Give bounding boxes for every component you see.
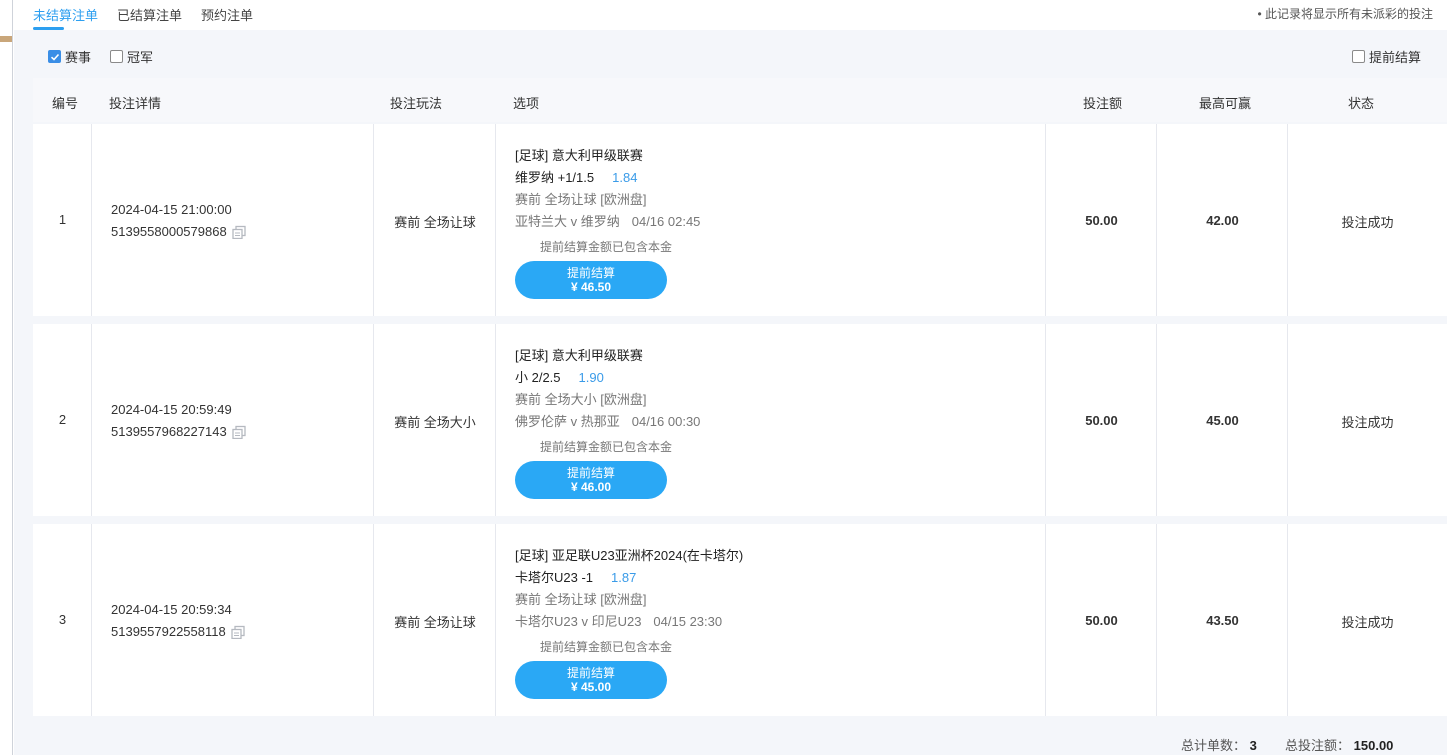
odds: 1.87 <box>611 570 637 585</box>
pick: 小 2/2.5 <box>515 370 561 385</box>
row-number: 3 <box>58 612 67 627</box>
filter-event[interactable]: 赛事 <box>48 47 91 66</box>
bet-records-panel: 未结算注单 已结算注单 预约注单 • 此记录将显示所有未派彩的投注 赛事 冠军 … <box>14 0 1447 755</box>
table-footer: 总计单数： 3 总投注额： 150.00 <box>33 724 1447 755</box>
odds: 1.90 <box>578 370 604 385</box>
cashout-label: 提前结算 <box>566 466 615 480</box>
table-header: 编号 投注详情 投注玩法 选项 投注额 最高可赢 状态 <box>33 78 1447 122</box>
order-id: 5139558000579868 <box>111 224 227 239</box>
bet-play: 赛前 全场让球 <box>394 615 476 630</box>
odds: 1.84 <box>612 170 638 185</box>
filter-bar: 赛事 冠军 提前结算 <box>33 30 1447 78</box>
filter-champion[interactable]: 冠军 <box>110 47 153 66</box>
col-detail: 投注详情 <box>109 96 162 111</box>
order-id: 5139557922558118 <box>111 624 226 639</box>
checkbox-checked-icon[interactable] <box>48 50 61 63</box>
bet-status: 投注成功 <box>1341 215 1394 230</box>
col-no: 编号 <box>52 96 79 111</box>
bet-amount: 50.00 <box>1085 413 1118 428</box>
pick: 卡塔尔U23 -1 <box>515 570 594 585</box>
max-win: 45.00 <box>1206 413 1239 428</box>
row-number: 2 <box>58 412 67 427</box>
bet-status: 投注成功 <box>1341 615 1394 630</box>
bet-play: 赛前 全场让球 <box>394 215 476 230</box>
col-amount: 投注额 <box>1083 96 1123 111</box>
order-id: 5139557968227143 <box>111 424 227 439</box>
total-count-value: 3 <box>1249 738 1257 753</box>
table-row: 2 2024-04-15 20:59:49 5139557968227143 赛… <box>33 324 1447 516</box>
market-type: 赛前 全场让球 [欧洲盘] <box>515 592 647 607</box>
league: [足球] 意大利甲级联赛 <box>515 348 643 363</box>
market-type: 赛前 全场大小 [欧洲盘] <box>515 392 647 407</box>
table-row: 3 2024-04-15 20:59:34 5139557922558118 赛… <box>33 524 1447 716</box>
tab-unsettled[interactable]: 未结算注单 <box>33 5 98 24</box>
match: 亚特兰大 v 维罗纳 <box>515 214 620 229</box>
filter-early-settle[interactable]: 提前结算 <box>1352 47 1421 66</box>
total-count-label: 总计单数： <box>1181 738 1247 753</box>
cashout-amount: ¥ 45.00 <box>570 680 612 694</box>
market-type: 赛前 全场让球 [欧洲盘] <box>515 192 647 207</box>
bet-amount: 50.00 <box>1085 213 1118 228</box>
tab-bar: 未结算注单 已结算注单 预约注单 • 此记录将显示所有未派彩的投注 <box>14 0 1447 30</box>
match: 卡塔尔U23 v 印尼U23 <box>515 614 642 629</box>
tab-note: • 此记录将显示所有未派彩的投注 <box>1257 7 1433 21</box>
bets-table: 编号 投注详情 投注玩法 选项 投注额 最高可赢 状态 1 2024-04-15… <box>33 78 1447 755</box>
total-amount-value: 150.00 <box>1353 738 1394 753</box>
checkbox-icon[interactable] <box>110 50 123 63</box>
match-time: 04/16 00:30 <box>631 414 701 429</box>
filter-early-settle-label: 提前结算 <box>1369 50 1422 65</box>
edge-marker <box>0 36 12 42</box>
copy-icon[interactable] <box>231 625 245 639</box>
match-time: 04/16 02:45 <box>631 214 701 229</box>
bet-play: 赛前 全场大小 <box>394 415 476 430</box>
left-window-edge <box>0 0 13 755</box>
bet-status: 投注成功 <box>1341 415 1394 430</box>
cashout-note: 提前结算金额已包含本金 <box>540 440 673 454</box>
cashout-amount: ¥ 46.50 <box>570 280 612 294</box>
cashout-button[interactable]: 提前结算 ¥ 46.50 <box>515 261 667 299</box>
cashout-label: 提前结算 <box>566 266 615 280</box>
match-time: 04/15 23:30 <box>653 614 723 629</box>
bet-datetime: 2024-04-15 21:00:00 <box>111 202 232 217</box>
col-status: 状态 <box>1348 96 1375 111</box>
tab-settled[interactable]: 已结算注单 <box>117 5 182 24</box>
cashout-button[interactable]: 提前结算 ¥ 46.00 <box>515 461 667 499</box>
col-option: 选项 <box>513 96 540 111</box>
filter-champion-label: 冠军 <box>127 50 154 65</box>
league: [足球] 亚足联U23亚洲杯2024(在卡塔尔) <box>515 548 744 563</box>
cashout-amount: ¥ 46.00 <box>570 480 612 494</box>
row-number: 1 <box>58 212 67 227</box>
col-max-win: 最高可赢 <box>1199 96 1252 111</box>
pick: 维罗纳 +1/1.5 <box>515 170 595 185</box>
tab-reserved[interactable]: 预约注单 <box>201 5 253 24</box>
table-row: 1 2024-04-15 21:00:00 5139558000579868 赛… <box>33 124 1447 316</box>
col-play: 投注玩法 <box>390 96 443 111</box>
cashout-label: 提前结算 <box>566 666 615 680</box>
match: 佛罗伦萨 v 热那亚 <box>515 414 620 429</box>
max-win: 43.50 <box>1206 613 1239 628</box>
cashout-note: 提前结算金额已包含本金 <box>540 640 673 654</box>
max-win: 42.00 <box>1206 213 1239 228</box>
bet-amount: 50.00 <box>1085 613 1118 628</box>
total-amount-label: 总投注额： <box>1285 738 1351 753</box>
bet-datetime: 2024-04-15 20:59:34 <box>111 602 232 617</box>
checkbox-icon[interactable] <box>1352 50 1365 63</box>
copy-icon[interactable] <box>232 225 246 239</box>
league: [足球] 意大利甲级联赛 <box>515 148 643 163</box>
cashout-button[interactable]: 提前结算 ¥ 45.00 <box>515 661 667 699</box>
cashout-note: 提前结算金额已包含本金 <box>540 240 673 254</box>
bet-datetime: 2024-04-15 20:59:49 <box>111 402 232 417</box>
copy-icon[interactable] <box>232 425 246 439</box>
filter-event-label: 赛事 <box>65 50 92 65</box>
